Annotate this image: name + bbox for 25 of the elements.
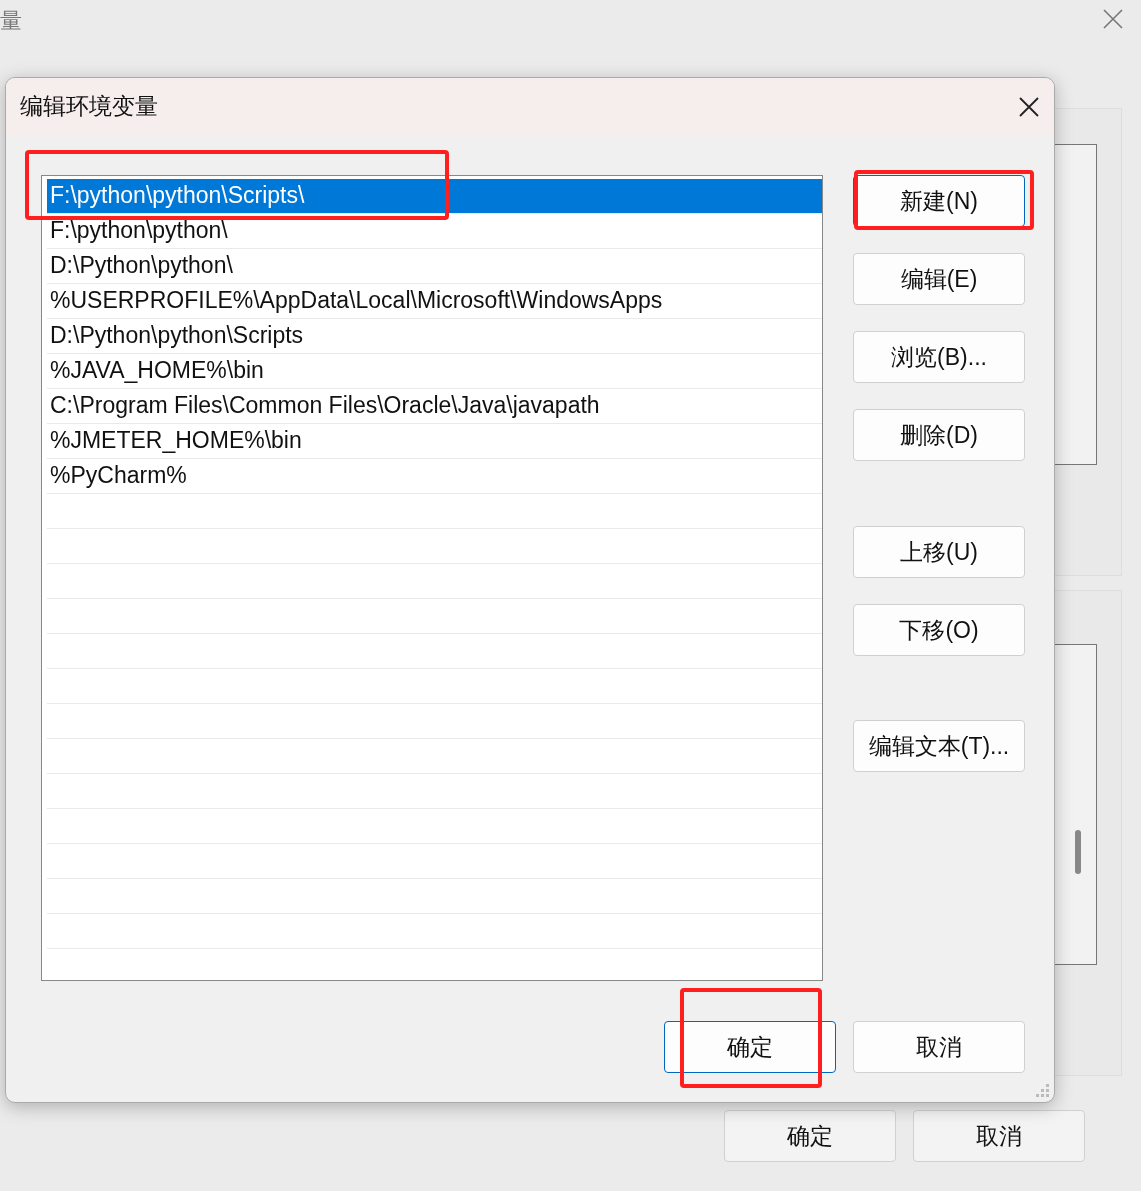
resize-grip-icon[interactable] [1034, 1082, 1050, 1098]
button[interactable]: 浏览(B)... [853, 331, 1025, 383]
list-row[interactable]: C:\Program Files\Common Files\Oracle\Java\javapath [47, 389, 822, 424]
button[interactable]: 取消 [913, 1110, 1085, 1162]
list-row[interactable]: %JMETER_HOME%\bin [47, 424, 822, 459]
button[interactable]: 上移(U) [853, 526, 1025, 578]
close-icon[interactable] [1018, 95, 1040, 118]
button[interactable]: 确定 [724, 1110, 896, 1162]
button[interactable]: 取消 [853, 1021, 1025, 1073]
list-row[interactable]: %JAVA_HOME%\bin [47, 354, 822, 389]
button[interactable]: 确定 [664, 1021, 836, 1073]
selected-row[interactable]: F:\python\python\Scripts\ [47, 179, 822, 214]
list-row[interactable]: %USERPROFILE%\AppData\Local\Microsoft\WindowsApps [47, 284, 822, 319]
list-row[interactable]: D:\Python\python\Scripts [47, 319, 822, 354]
button[interactable]: 编辑(E) [853, 253, 1025, 305]
list-row[interactable]: %PyCharm% [47, 459, 822, 494]
scrollbar-thumb [1075, 830, 1081, 874]
button[interactable]: 新建(N) [853, 175, 1025, 227]
dialog-title: 编辑环境变量 [20, 92, 158, 122]
button[interactable]: 编辑文本(T)... [853, 720, 1025, 772]
button[interactable]: 删除(D) [853, 409, 1025, 461]
list-row[interactable]: D:\Python\python\ [47, 249, 822, 284]
list-row[interactable]: F:\python\python\ [47, 214, 822, 249]
button[interactable]: 下移(O) [853, 604, 1025, 656]
window-title: 量 [0, 7, 22, 35]
